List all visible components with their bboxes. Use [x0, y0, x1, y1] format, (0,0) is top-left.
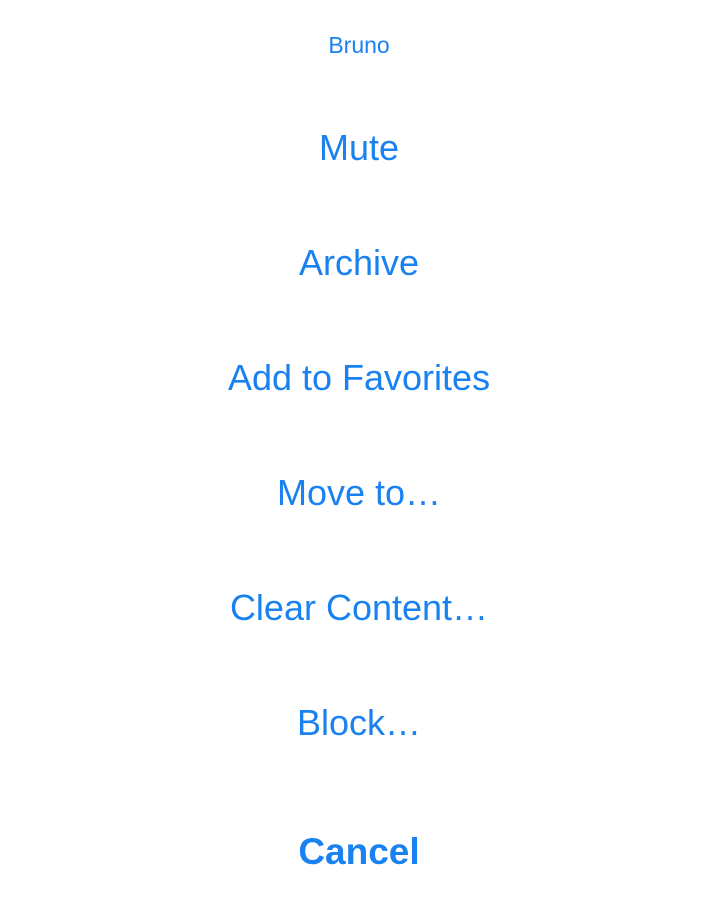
archive-button[interactable]: Archive: [0, 205, 718, 320]
add-to-favorites-button[interactable]: Add to Favorites: [0, 320, 718, 435]
clear-content-button[interactable]: Clear Content…: [0, 550, 718, 665]
block-button[interactable]: Block…: [0, 665, 718, 780]
move-to-button[interactable]: Move to…: [0, 435, 718, 550]
mute-button[interactable]: Mute: [0, 90, 718, 205]
action-list: Mute Archive Add to Favorites Move to… C…: [0, 90, 718, 780]
sheet-title: Bruno: [328, 32, 390, 58]
cancel-button[interactable]: Cancel: [0, 797, 718, 907]
action-sheet: Bruno Mute Archive Add to Favorites Move…: [0, 0, 718, 908]
